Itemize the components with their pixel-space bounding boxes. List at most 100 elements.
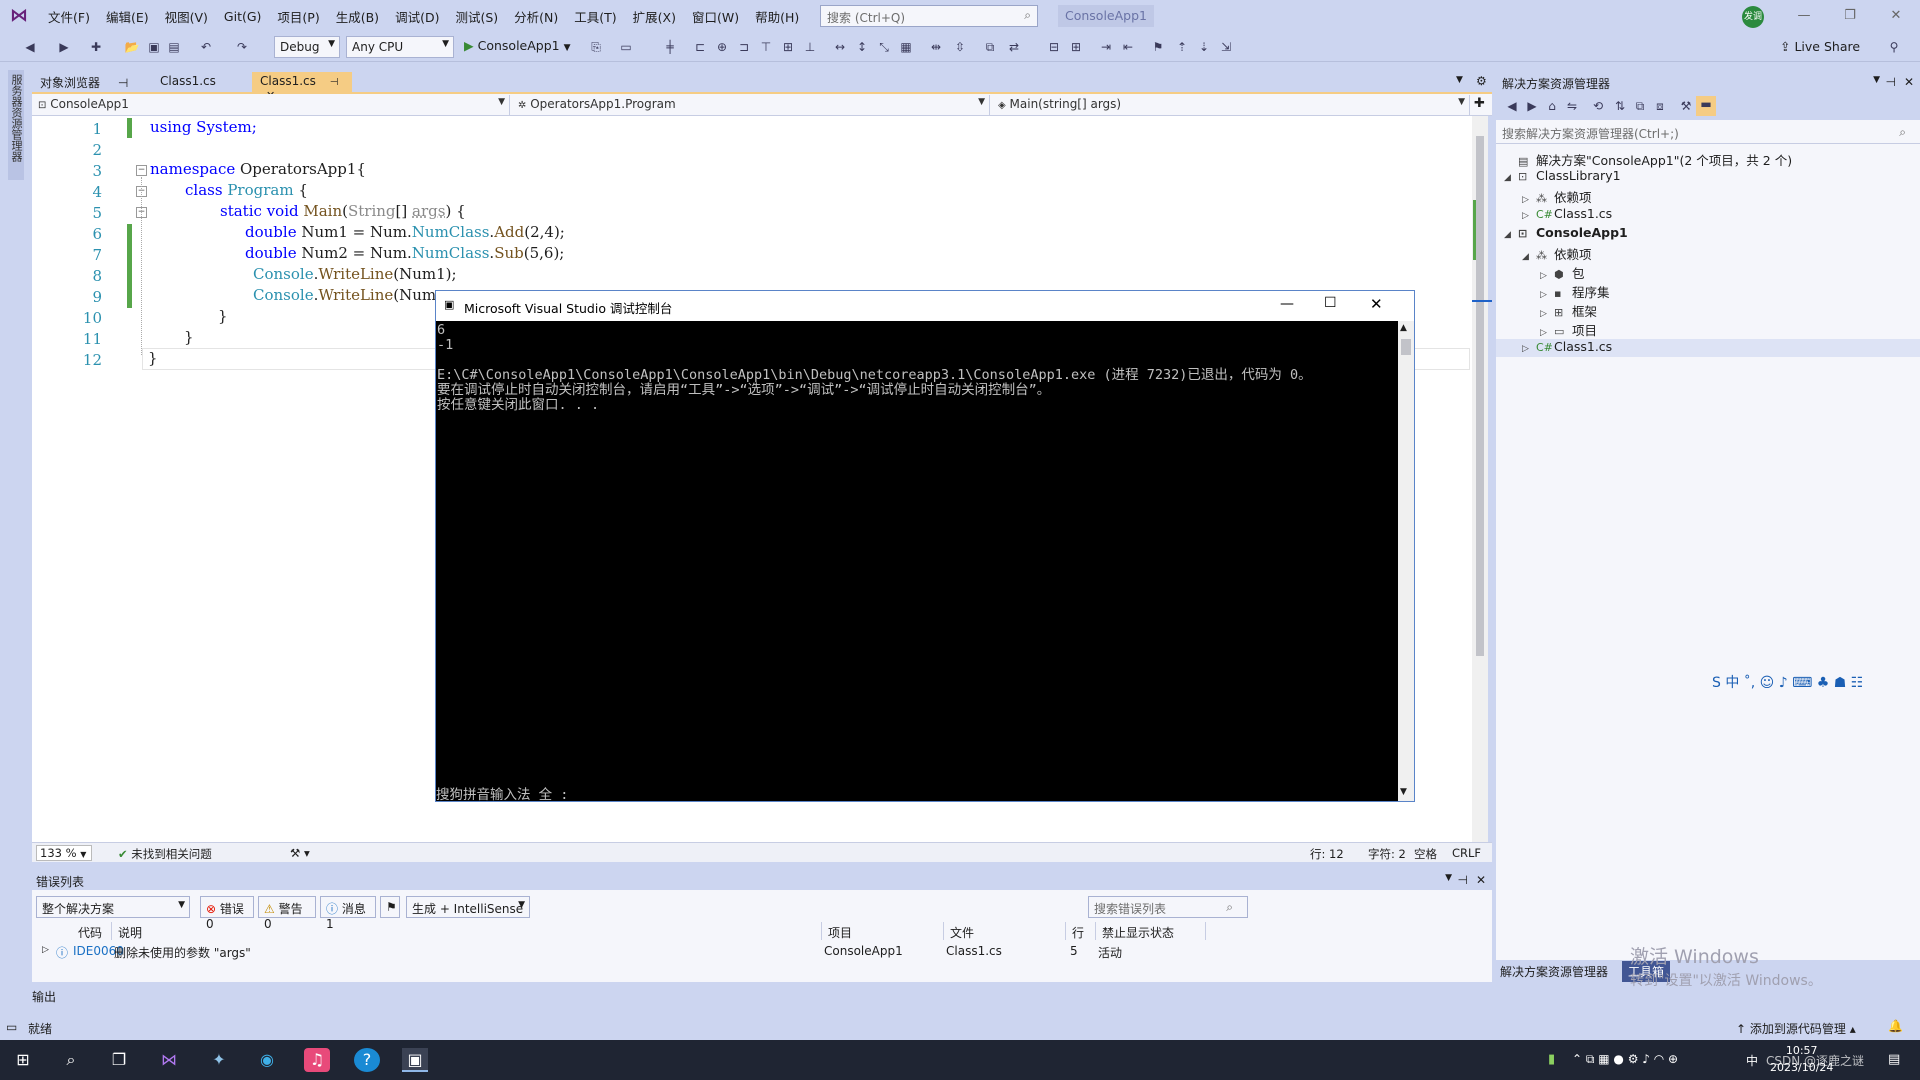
class-dropdown[interactable]: ✲ OperatorsApp1.Program ▼: [512, 95, 990, 115]
tab-order-icon[interactable]: ⇄: [1006, 39, 1022, 55]
visual-studio-logo-icon[interactable]: ⋈: [10, 6, 32, 26]
menu-file[interactable]: 文件(F): [40, 7, 98, 26]
global-search-input[interactable]: 搜索 (Ctrl+Q) ⌕: [820, 5, 1038, 27]
column-line[interactable]: 行: [1066, 922, 1096, 940]
notification-center-icon[interactable]: ▤: [1888, 1052, 1900, 1067]
new-item-icon[interactable]: ✚: [88, 39, 104, 55]
menu-window[interactable]: 窗口(W): [684, 7, 747, 26]
issues-indicator[interactable]: ✔ 未找到相关问题: [118, 846, 212, 862]
scroll-thumb[interactable]: [1476, 136, 1484, 656]
tab-list-icon[interactable]: ▼: [1456, 75, 1463, 85]
expand-icon[interactable]: ▷: [42, 945, 49, 955]
editor-vertical-scrollbar[interactable]: [1472, 116, 1488, 842]
expand-icon[interactable]: ▷: [1540, 328, 1554, 338]
tree-item-class1[interactable]: ▷ C#Class1.cs: [1496, 206, 1920, 224]
same-width-icon[interactable]: ↔: [832, 39, 848, 55]
menu-view[interactable]: 视图(V): [157, 7, 216, 26]
expand-icon[interactable]: ▷: [1522, 195, 1536, 205]
pin-icon[interactable]: ⊣: [1886, 75, 1896, 89]
align-left-icon[interactable]: ⊏: [692, 39, 708, 55]
back-icon[interactable]: ◀: [22, 39, 38, 55]
pin-icon[interactable]: ⊣: [330, 77, 339, 88]
tree-item-class1-selected[interactable]: ▷ C#Class1.cs: [1496, 339, 1920, 357]
grid-size-icon[interactable]: ▦: [898, 39, 914, 55]
pending-changes-icon[interactable]: ⟲: [1590, 98, 1606, 114]
configuration-dropdown[interactable]: Debug ▼: [274, 36, 340, 58]
expand-icon[interactable]: ▷: [1522, 211, 1536, 221]
maximize-button[interactable]: ❐: [1830, 2, 1870, 30]
line-ending[interactable]: CRLF: [1452, 846, 1481, 860]
settings-gear-icon[interactable]: ⚙: [1476, 74, 1487, 88]
same-size-icon[interactable]: ⤡: [876, 39, 892, 55]
switch-views-icon[interactable]: ⇋: [1564, 98, 1580, 114]
tree-item-consoleapp1[interactable]: ◢ ⊡ ConsoleApp1: [1496, 225, 1920, 243]
comment-icon[interactable]: ⊟: [1046, 39, 1062, 55]
search-icon[interactable]: ⌕: [58, 1048, 84, 1072]
tree-item-packages[interactable]: ▷ ⬢ 包: [1496, 263, 1920, 281]
close-panel-icon[interactable]: ✕: [1904, 75, 1914, 89]
home-icon[interactable]: ⌂: [1544, 98, 1560, 114]
tree-item-assemblies[interactable]: ▷ ▪ 程序集: [1496, 282, 1920, 300]
save-icon[interactable]: ▣: [146, 39, 162, 55]
solution-search-input[interactable]: 搜索解决方案资源管理器(Ctrl+;) ⌕: [1496, 122, 1920, 144]
collapse-icon[interactable]: ◢: [1504, 230, 1518, 240]
properties-wrench-icon[interactable]: ⚒: [1678, 98, 1694, 114]
help-app-icon[interactable]: ?: [354, 1048, 380, 1072]
build-filter-dropdown[interactable]: 生成 + IntelliSense ▼: [406, 896, 530, 918]
expand-icon[interactable]: ▷: [1540, 290, 1554, 300]
forward-icon[interactable]: ▶: [56, 39, 72, 55]
clear-bookmarks-icon[interactable]: ⇲: [1218, 39, 1234, 55]
server-explorer-tab[interactable]: 服务器资源管理器: [8, 70, 24, 180]
output-tab[interactable]: 输出: [32, 988, 92, 1008]
browse-icon[interactable]: ⎘: [588, 39, 604, 55]
vspacing-icon[interactable]: ⇳: [952, 39, 968, 55]
platform-dropdown[interactable]: Any CPU ▼: [346, 36, 454, 58]
pin-icon[interactable]: ⊣: [118, 76, 128, 90]
column-project[interactable]: 项目: [822, 922, 944, 940]
indent-mode[interactable]: 空格: [1414, 846, 1437, 862]
align-icon[interactable]: ╪: [662, 39, 678, 55]
menu-help[interactable]: 帮助(H): [747, 7, 807, 26]
expand-icon[interactable]: ▷: [1540, 309, 1554, 319]
tab-class1-library[interactable]: Class1.cs: [152, 72, 252, 92]
save-all-icon[interactable]: ▤: [166, 39, 182, 55]
ime-toolbar[interactable]: S 中 ˚, ☺ ♪ ⌨ ♣ ☗ ☷: [1712, 672, 1863, 692]
collapse-all-icon[interactable]: ⧉: [1632, 98, 1648, 114]
messages-filter-button[interactable]: ⓘ 消息 1: [320, 896, 376, 931]
bookmark-icon[interactable]: ⚑: [1150, 39, 1166, 55]
split-icon[interactable]: ✚: [1474, 96, 1485, 111]
scroll-down-icon[interactable]: ▼: [1400, 787, 1407, 797]
column-description[interactable]: 说明: [112, 922, 822, 940]
sync-icon[interactable]: ⇅: [1612, 98, 1628, 114]
console-title-bar[interactable]: ▣ Microsoft Visual Studio 调试控制台 — ☐ ✕: [436, 291, 1414, 321]
redo-icon[interactable]: ↷: [234, 39, 250, 55]
open-file-icon[interactable]: 📂: [124, 39, 140, 55]
expand-icon[interactable]: ▷: [1522, 344, 1536, 354]
order-icon[interactable]: ⧉: [982, 39, 998, 55]
start-debugging-button[interactable]: ▶ ConsoleApp1 ▼: [464, 38, 571, 53]
tab-solution-explorer[interactable]: 解决方案资源管理器: [1500, 963, 1608, 980]
windows-start-icon[interactable]: ⊞: [10, 1048, 36, 1072]
menu-analyze[interactable]: 分析(N): [506, 7, 566, 26]
back-icon[interactable]: ◀: [1504, 98, 1520, 114]
zoom-dropdown[interactable]: 133 % ▼: [36, 845, 92, 861]
scroll-up-icon[interactable]: ▲: [1400, 323, 1407, 333]
menu-project[interactable]: 项目(P): [269, 7, 327, 26]
forward-icon[interactable]: ▶: [1524, 98, 1540, 114]
menu-tools[interactable]: 工具(T): [566, 7, 624, 26]
filter-icon[interactable]: ⚑: [380, 896, 400, 918]
close-window-button[interactable]: ✕: [1876, 2, 1916, 30]
source-control-button[interactable]: ↑ 添加到源代码管理 ▴: [1736, 1020, 1856, 1037]
debug-console-window[interactable]: ▣ Microsoft Visual Studio 调试控制台 — ☐ ✕ 6 …: [435, 290, 1415, 803]
align-right-icon[interactable]: ⊐: [736, 39, 752, 55]
collapse-icon[interactable]: ◢: [1522, 252, 1536, 262]
console-scrollbar[interactable]: ▲ ▼: [1398, 321, 1414, 801]
menu-edit[interactable]: 编辑(E): [98, 7, 157, 26]
bird-app-icon[interactable]: ✦: [206, 1048, 232, 1072]
visual-studio-app-icon[interactable]: ⋈: [156, 1048, 182, 1072]
panel-menu-icon[interactable]: ▼: [1873, 75, 1880, 85]
menu-debug[interactable]: 调试(D): [387, 7, 447, 26]
member-dropdown[interactable]: ◈ Main(string[] args) ▼: [992, 95, 1470, 115]
console-minimize-button[interactable]: —: [1280, 296, 1294, 312]
indent-icon[interactable]: ⇥: [1098, 39, 1114, 55]
